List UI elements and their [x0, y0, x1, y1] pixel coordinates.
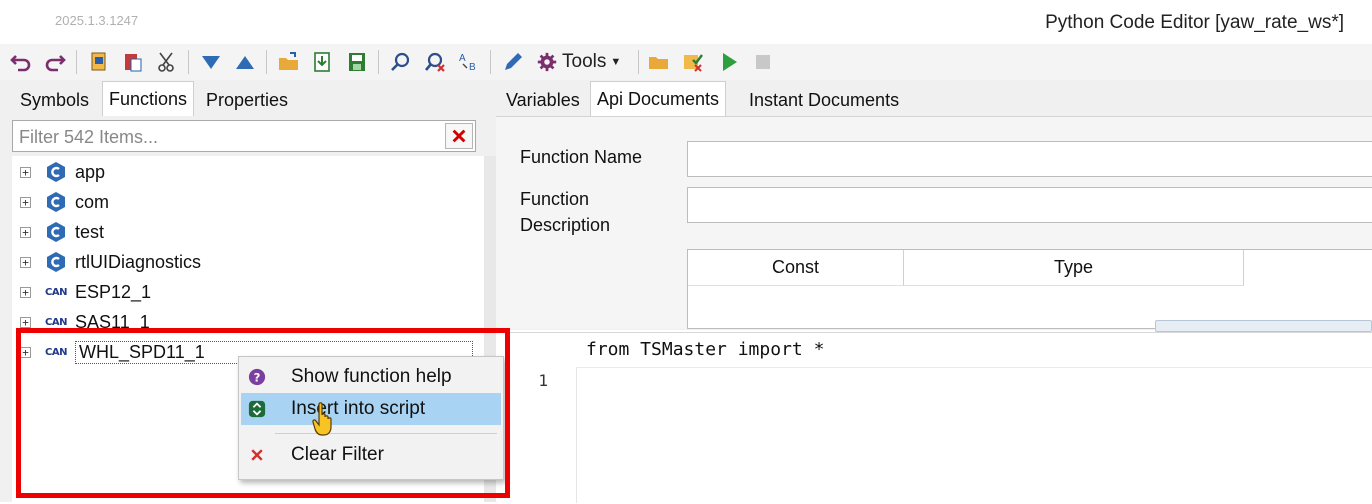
tree-node-sas11[interactable]: + CAN SAS11_1 — [20, 308, 150, 336]
can-icon: CAN — [45, 346, 67, 358]
line-number: 1 — [538, 371, 548, 390]
hand-cursor-icon — [312, 402, 332, 436]
tools-menu-button[interactable]: Tools ▼ — [536, 47, 621, 77]
tree-node-label: test — [75, 221, 105, 242]
tab-functions[interactable]: Functions — [102, 81, 195, 116]
parameter-grid: Const Type — [687, 249, 1372, 329]
tools-label: Tools — [562, 51, 607, 72]
menu-item-show-function-help[interactable]: ? Show function help — [241, 361, 501, 393]
menu-item-label: Show function help — [291, 366, 452, 387]
code-body[interactable] — [576, 367, 1372, 504]
cut-icon[interactable] — [152, 47, 182, 77]
gear-icon — [537, 52, 557, 72]
stop-icon[interactable] — [748, 47, 778, 77]
module-icon — [45, 221, 67, 243]
menu-item-insert-into-script[interactable]: Insert into script — [241, 393, 501, 425]
function-description-label-2: Description — [520, 215, 611, 235]
title-bar: 2025.1.3.1247 Python Code Editor [yaw_ra… — [0, 0, 1372, 44]
code-editor[interactable]: from TSMaster import * 1 — [496, 332, 1372, 503]
window-title: Python Code Editor [yaw_rate_ws*] — [1045, 12, 1344, 33]
line-number-gutter: 1 — [496, 367, 577, 503]
expand-icon[interactable]: + — [20, 196, 31, 208]
tree-node-app[interactable]: + app — [20, 158, 105, 186]
replace-icon[interactable]: AB — [454, 47, 484, 77]
toolbar-separator — [378, 50, 379, 74]
redo-icon[interactable] — [40, 47, 70, 77]
move-up-icon[interactable] — [230, 47, 260, 77]
module-icon — [45, 251, 67, 273]
toolbar: AB Tools ▼ — [0, 44, 1372, 81]
expand-icon[interactable]: + — [20, 226, 31, 238]
save-down-icon[interactable] — [308, 47, 338, 77]
function-name-field[interactable] — [687, 141, 1372, 177]
filter-box — [12, 120, 476, 152]
toolbar-separator — [266, 50, 267, 74]
tree-node-label: ESP12_1 — [75, 281, 152, 302]
folder-icon[interactable] — [644, 47, 674, 77]
api-document-area: Function Name Function Description Const… — [496, 116, 1372, 329]
expand-icon[interactable]: + — [20, 286, 31, 298]
paste-icon[interactable] — [118, 47, 148, 77]
module-icon — [45, 191, 67, 213]
svg-text:?: ? — [254, 371, 261, 385]
edit-pencil-icon[interactable] — [498, 47, 528, 77]
tree-node-label: rtlUIDiagnostics — [75, 251, 202, 272]
tree-node-test[interactable]: + test — [20, 218, 104, 246]
copy-icon[interactable] — [84, 47, 114, 77]
version-label: 2025.1.3.1247 — [55, 13, 139, 28]
expand-icon[interactable]: + — [20, 256, 31, 268]
column-type: Type — [904, 250, 1244, 286]
column-const: Const — [688, 250, 904, 286]
find-clear-icon[interactable] — [420, 47, 450, 77]
tree-node-rtluidiagnostics[interactable]: + rtlUIDiagnostics — [20, 248, 201, 276]
insert-icon — [247, 399, 267, 419]
move-down-icon[interactable] — [196, 47, 226, 77]
clear-filter-button[interactable] — [445, 123, 473, 149]
context-menu: ? Show function help Insert into script … — [238, 356, 504, 480]
toolbar-separator — [490, 50, 491, 74]
find-icon[interactable] — [386, 47, 416, 77]
tab-api-documents[interactable]: Api Documents — [590, 81, 727, 116]
check-list-icon[interactable] — [678, 47, 708, 77]
tree-node-esp12[interactable]: + CAN ESP12_1 — [20, 278, 151, 306]
open-folder-icon[interactable] — [274, 47, 304, 77]
toolbar-separator — [638, 50, 639, 74]
menu-separator — [275, 433, 497, 434]
expand-icon[interactable]: + — [20, 346, 31, 358]
function-description-label-1: Function — [520, 189, 590, 209]
tree-node-label: app — [75, 161, 106, 182]
menu-item-clear-filter[interactable]: Clear Filter — [241, 439, 501, 471]
tab-instant-documents[interactable]: Instant Documents — [743, 85, 905, 115]
tab-variables[interactable]: Variables — [500, 85, 586, 115]
menu-item-label: Clear Filter — [291, 444, 384, 465]
can-icon: CAN — [45, 286, 67, 298]
help-icon: ? — [247, 367, 267, 387]
import-line: from TSMaster import * — [586, 339, 825, 360]
function-name-label: Function Name — [520, 147, 643, 167]
can-icon: CAN — [45, 316, 67, 328]
close-icon — [452, 129, 466, 143]
left-tabstrip: Symbols Functions Properties — [0, 80, 496, 116]
toolbar-separator — [76, 50, 77, 74]
function-description-field[interactable] — [687, 187, 1372, 223]
tree-node-label: com — [75, 191, 110, 212]
docs-panel: Variables Api Documents Instant Document… — [496, 80, 1372, 330]
chevron-down-icon: ▼ — [610, 56, 622, 68]
horizontal-scrollbar[interactable] — [1155, 320, 1372, 332]
svg-text:B: B — [469, 62, 476, 73]
undo-icon[interactable] — [6, 47, 36, 77]
svg-text:A: A — [459, 53, 466, 64]
module-icon — [45, 161, 67, 183]
expand-icon[interactable]: + — [20, 166, 31, 178]
toolbar-separator — [188, 50, 189, 74]
run-icon[interactable] — [714, 47, 744, 77]
save-icon[interactable] — [342, 47, 372, 77]
tab-properties[interactable]: Properties — [200, 85, 294, 115]
tree-node-label: SAS11_1 — [75, 311, 150, 332]
close-icon — [247, 445, 267, 465]
filter-input[interactable] — [17, 125, 441, 149]
tree-node-com[interactable]: + com — [20, 188, 109, 216]
expand-icon[interactable]: + — [20, 316, 31, 328]
tab-symbols[interactable]: Symbols — [14, 85, 95, 115]
